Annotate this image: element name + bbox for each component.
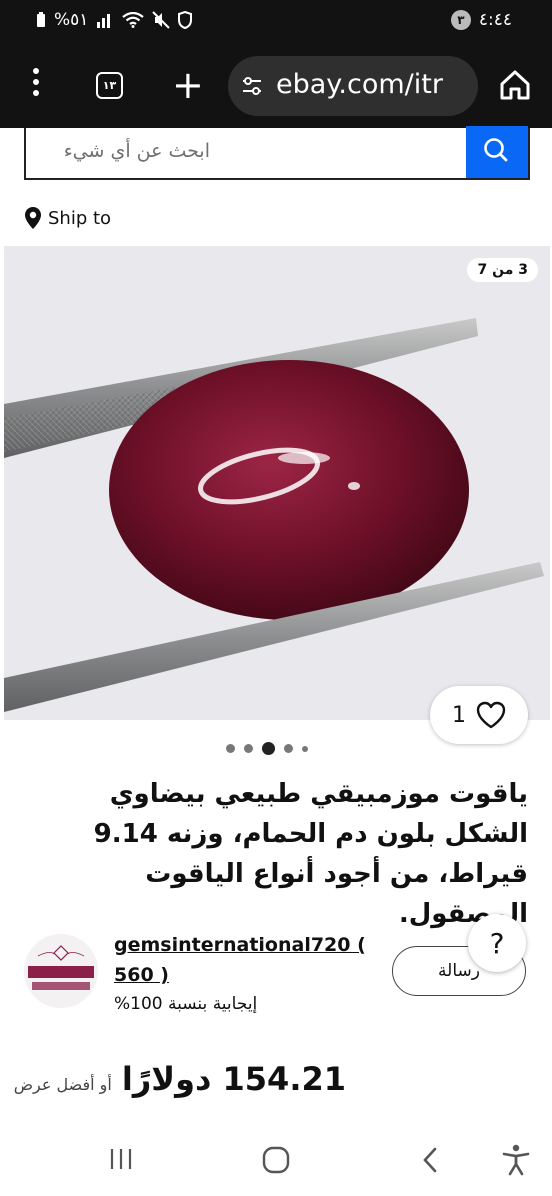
system-nav-bar [0, 1126, 552, 1196]
gallery-pagination [226, 742, 308, 755]
browser-menu-icon[interactable] [26, 68, 46, 102]
seller-name: gemsinternational720 ( [114, 934, 366, 956]
seller-name-link[interactable]: gemsinternational720 ( 560 ) [114, 930, 374, 990]
watch-count: 1 [452, 702, 466, 728]
pagination-dot[interactable] [226, 744, 235, 753]
site-settings-icon[interactable] [240, 74, 264, 98]
product-image [4, 318, 544, 712]
price: 154.21 دولارًا [121, 1060, 346, 1098]
ship-to-label: Ship to [48, 207, 112, 229]
pagination-dot-active[interactable] [262, 742, 275, 755]
tab-switcher-button[interactable]: ١٣ [96, 72, 123, 99]
home-nav-icon[interactable] [262, 1146, 290, 1174]
address-bar[interactable]: ebay.com/itr [228, 56, 478, 116]
back-icon[interactable] [420, 1146, 440, 1174]
help-button[interactable]: ? [468, 914, 526, 972]
recent-apps-icon[interactable] [108, 1146, 134, 1172]
listing-title: ياقوت موزمبيقي طبيعي بيضاوي الشكل بلون د… [93, 779, 528, 929]
new-tab-button[interactable]: + [172, 62, 204, 108]
signal-icon [97, 14, 111, 28]
wifi-icon [122, 12, 145, 28]
status-right: ٣ ٤:٤٤ [450, 10, 512, 30]
seller-avatar[interactable] [24, 934, 98, 1008]
notification-badge: ٣ [450, 10, 471, 30]
pagination-dot[interactable] [244, 744, 253, 753]
mute-icon [152, 11, 171, 29]
seller-logo [24, 934, 98, 1008]
status-left: %٥١ [36, 10, 193, 30]
clock: ٤:٤٤ [478, 10, 512, 30]
image-counter: 3 من 7 [467, 258, 538, 282]
status-bar: %٥١ ٣ ٤:٤٤ [0, 0, 552, 42]
accessibility-icon[interactable] [502, 1144, 530, 1176]
ship-to-link[interactable]: Ship to [24, 206, 111, 230]
seller-feedback: إيجابية بنسبة 100% [114, 994, 258, 1014]
pagination-dot[interactable] [284, 744, 293, 753]
price-row: 154.21 دولارًا أو أفضل عرض [14, 1060, 346, 1098]
pagination-dot[interactable] [302, 745, 308, 752]
battery-icon [37, 12, 45, 27]
search-button[interactable] [466, 126, 528, 178]
search-bar: ابحث عن أي شيء [24, 126, 530, 180]
search-icon [484, 138, 508, 162]
location-pin-icon [25, 207, 41, 229]
browser-toolbar: ١٣ + ebay.com/itr [0, 42, 552, 128]
search-input[interactable]: ابحث عن أي شيء [64, 140, 210, 162]
shield-icon [178, 11, 193, 29]
best-offer-label: أو أفضل عرض [13, 1075, 112, 1094]
image-gallery[interactable]: 3 من 7 [4, 246, 550, 720]
battery-level: %٥١ [54, 10, 89, 30]
home-icon[interactable] [498, 68, 532, 102]
watch-button[interactable]: 1 [430, 686, 528, 744]
heart-icon [476, 701, 506, 729]
seller-score: 560 ) [114, 964, 169, 986]
url-text: ebay.com/itr [276, 69, 443, 100]
